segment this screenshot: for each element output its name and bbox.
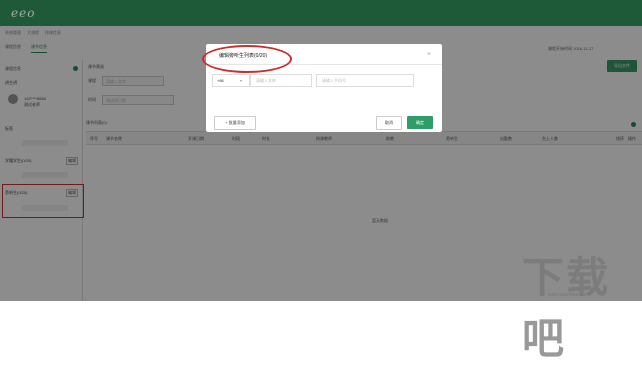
chevron-down-icon: ▾ xyxy=(240,78,243,83)
close-icon[interactable]: × xyxy=(427,51,431,58)
watermark: 下载吧 xyxy=(522,254,611,362)
overlay-top xyxy=(0,0,642,26)
confirm-button[interactable]: 确定 xyxy=(407,116,433,129)
name-placeholder: 请输入名称 xyxy=(256,78,276,83)
phone-input[interactable]: 请输入手机号 xyxy=(316,74,414,87)
cancel-button[interactable]: 取消 xyxy=(376,116,402,130)
name-input[interactable]: 请输入名称 xyxy=(250,74,312,87)
watermark-url: www.xiazaiba.com xyxy=(548,292,590,298)
title-highlight-ring xyxy=(202,45,292,73)
country-code-value: +86 xyxy=(217,78,224,83)
phone-placeholder: 请输入手机号 xyxy=(322,78,346,83)
country-code-select[interactable]: +86 ▾ xyxy=(212,74,250,87)
batch-add-button[interactable]: + 批量添加 xyxy=(214,116,256,130)
